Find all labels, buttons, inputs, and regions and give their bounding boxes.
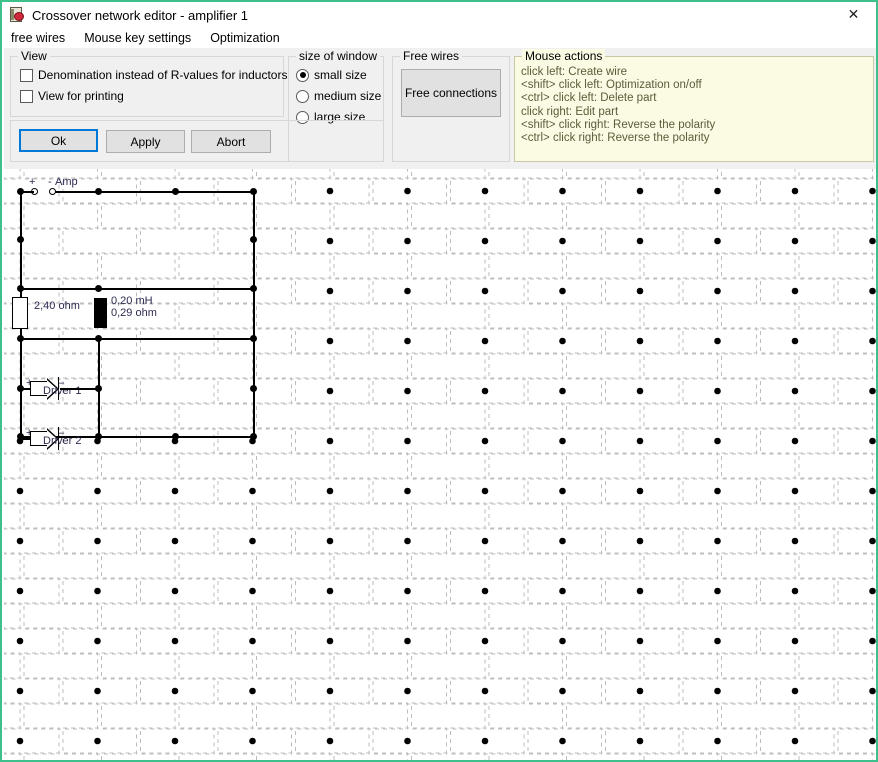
circuit-node[interactable] — [17, 236, 24, 243]
menu-mouse-key-settings[interactable]: Mouse key settings — [84, 31, 191, 45]
checkbox-view-for-printing-label: View for printing — [38, 89, 124, 103]
mouse-actions-list: click left: Create wire <shift> click le… — [521, 66, 869, 145]
circuit-node[interactable] — [95, 433, 102, 440]
menu-free-wires[interactable]: free wires — [11, 31, 65, 45]
circuit-node[interactable] — [17, 335, 24, 342]
wire-segment — [20, 338, 253, 340]
wire-segment — [20, 288, 253, 290]
radio-medium-size-dot[interactable] — [296, 90, 309, 103]
checkbox-view-for-printing[interactable]: View for printing — [20, 89, 124, 103]
wire-segment — [55, 191, 253, 193]
circuit-node[interactable] — [17, 433, 24, 440]
circuit-layer: + - Amp 2,40 ohm 0,20 mH 0,29 ohm + – — [4, 169, 878, 762]
wire-segment — [60, 388, 98, 390]
menu-optimization[interactable]: Optimization — [210, 31, 279, 45]
dialog-button-row: Ok Apply Abort — [10, 120, 384, 162]
mouse-actions-group: Mouse actions click left: Create wire <s… — [514, 56, 874, 162]
circuit-node[interactable] — [95, 285, 102, 292]
apply-button[interactable]: Apply — [106, 130, 185, 153]
checkbox-view-for-printing-box[interactable] — [20, 90, 33, 103]
mouse-action-line: <ctrl> click left: Delete part — [521, 92, 869, 105]
circuit-node[interactable] — [17, 285, 24, 292]
resistor-symbol[interactable] — [12, 297, 28, 329]
app-window: Crossover network editor - amplifier 1 ✕… — [0, 0, 878, 762]
amp-minus-label: - — [48, 177, 52, 188]
mouse-action-line: <shift> click right: Reverse the polarit… — [521, 119, 869, 132]
circuit-node[interactable] — [17, 385, 24, 392]
radio-small-size-dot[interactable] — [296, 69, 309, 82]
circuit-node[interactable] — [250, 385, 257, 392]
radio-medium-size-label: medium size — [314, 89, 381, 103]
mouse-actions-title: Mouse actions — [522, 49, 605, 63]
driver2-label: Driver 2 — [43, 435, 82, 447]
mouse-action-line: <shift> click left: Optimization on/off — [521, 79, 869, 92]
circuit-node[interactable] — [172, 188, 179, 195]
circuit-node[interactable] — [95, 188, 102, 195]
wire-segment — [253, 191, 255, 436]
inductor-inductance-label: 0,20 mH — [111, 295, 153, 307]
circuit-node[interactable] — [250, 285, 257, 292]
speaker-crossover-icon — [9, 7, 25, 23]
checkbox-denomination-box[interactable] — [20, 69, 33, 82]
close-icon[interactable]: ✕ — [831, 2, 876, 27]
circuit-node[interactable] — [250, 335, 257, 342]
free-wires-title: Free wires — [400, 49, 462, 63]
checkbox-denomination-label: Denomination instead of R-values for ind… — [38, 68, 287, 82]
checkbox-denomination[interactable]: Denomination instead of R-values for ind… — [20, 68, 287, 82]
inductor-resistance-label: 0,29 ohm — [111, 307, 157, 319]
mouse-action-line: <ctrl> click right: Reverse the polarity — [521, 132, 869, 145]
radio-small-size-label: small size — [314, 68, 367, 82]
radio-medium-size[interactable]: medium size — [296, 89, 381, 103]
resistor-value-label: 2,40 ohm — [34, 300, 80, 312]
radio-small-size[interactable]: small size — [296, 68, 367, 82]
schematic-canvas[interactable]: + - Amp 2,40 ohm 0,20 mH 0,29 ohm + – — [4, 169, 878, 762]
view-group-title: View — [18, 49, 50, 63]
menu-bar: free wires Mouse key settings Optimizati… — [2, 28, 876, 48]
free-connections-button[interactable]: Free connections — [401, 69, 501, 117]
circuit-node[interactable] — [95, 385, 102, 392]
circuit-node[interactable] — [250, 433, 257, 440]
ok-button[interactable]: Ok — [19, 129, 98, 152]
circuit-node[interactable] — [95, 335, 102, 342]
circuit-node[interactable] — [250, 236, 257, 243]
view-group: View Denomination instead of R-values fo… — [10, 56, 284, 117]
mouse-action-line: click right: Edit part — [521, 106, 869, 119]
driver1-label: Driver 1 — [43, 385, 82, 397]
abort-button[interactable]: Abort — [191, 130, 271, 153]
amp-label: Amp — [55, 176, 78, 188]
inductor-symbol[interactable] — [94, 298, 107, 328]
size-of-window-title: size of window — [296, 49, 380, 63]
circuit-node[interactable] — [250, 188, 257, 195]
mouse-action-line: click left: Create wire — [521, 66, 869, 79]
circuit-node[interactable] — [172, 433, 179, 440]
circuit-node[interactable] — [17, 188, 24, 195]
options-strip: View Denomination instead of R-values fo… — [4, 48, 878, 169]
title-bar: Crossover network editor - amplifier 1 ✕ — [2, 2, 876, 28]
window-title: Crossover network editor - amplifier 1 — [32, 8, 248, 23]
amp-plus-label: + — [29, 177, 35, 188]
free-wires-group: Free wires Free connections — [392, 56, 510, 162]
